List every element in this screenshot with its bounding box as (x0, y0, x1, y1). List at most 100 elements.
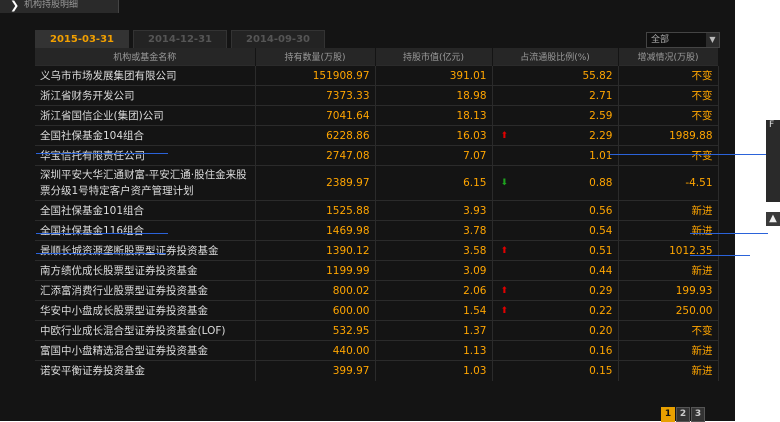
side-arrow-icon[interactable]: ▲ (766, 212, 780, 226)
shares-cell: 1525.88 (255, 200, 376, 221)
ratio-cell: 0.16 (492, 340, 619, 361)
arrow-down-icon: ⬇ (500, 178, 509, 188)
ratio-cell: 1.01 (492, 145, 619, 166)
table-header-row: 机构或基金名称 持有数量(万股) 持股市值(亿元) 占流通股比例(%) 增减情况… (35, 48, 719, 66)
shares-cell: 399.97 (255, 360, 376, 381)
ratio-cell: 0.88 ⬇ (492, 165, 619, 201)
institution-name: 浙江省国信企业(集团)公司 (35, 105, 256, 126)
table-row[interactable]: 华安中小盘成长股票型证券投资基金 600.00 1.54 0.22 ⬆ 250.00 (35, 300, 719, 321)
value-cell: 3.58 (375, 240, 493, 261)
ratio-value: 2.59 (589, 109, 613, 122)
change-cell: 新进 (618, 260, 719, 281)
change-cell: 不变 (618, 105, 719, 126)
col-header-name[interactable]: 机构或基金名称 (35, 48, 256, 66)
change-cell: 199.93 (618, 280, 719, 301)
shares-cell: 7373.33 (255, 85, 376, 106)
shares-cell: 6228.86 (255, 125, 376, 146)
side-panel: F (766, 120, 780, 202)
table-row[interactable]: 华宝信托有限责任公司 2747.08 7.07 1.01 不变 (35, 145, 719, 166)
table-row[interactable]: 汇添富消费行业股票型证券投资基金 800.02 2.06 0.29 ⬆ 199.93 (35, 280, 719, 301)
institution-name: 义乌市市场发展集团有限公司 (35, 65, 256, 86)
institution-holdings-panel: ❯ 机构持股明细 2015-03-31 2014-12-31 2014-09-3… (0, 0, 735, 422)
holdings-table: 机构或基金名称 持有数量(万股) 持股市值(亿元) 占流通股比例(%) 增减情况… (35, 48, 719, 381)
table-row[interactable]: 浙江省国信企业(集团)公司 7041.64 18.13 2.59 不变 (35, 105, 719, 126)
change-cell: 250.00 (618, 300, 719, 321)
ratio-cell: 0.15 (492, 360, 619, 381)
value-cell: 3.09 (375, 260, 493, 281)
table-row[interactable]: 浙江省财务开发公司 7373.33 18.98 2.71 不变 (35, 85, 719, 106)
filter-select[interactable]: 全部 ▼ (646, 32, 720, 48)
ratio-value: 2.29 (589, 129, 613, 142)
panel-title: 机构持股明细 (24, 0, 79, 10)
table-row[interactable]: 景顺长城资源垄断股票型证券投资基金 1390.12 3.58 0.51 ⬆ 1012.35 (35, 240, 719, 261)
table-row[interactable]: 义乌市市场发展集团有限公司 151908.97 391.01 55.82 不变 (35, 65, 719, 86)
change-cell: 新进 (618, 360, 719, 381)
tab-period-0[interactable]: 2015-03-31 (35, 30, 129, 48)
table-row[interactable]: 中欧行业成长混合型证券投资基金(LOF) 532.95 1.37 0.20 不变 (35, 320, 719, 341)
value-cell: 1.13 (375, 340, 493, 361)
table-row[interactable]: 富国中小盘精选混合型证券投资基金 440.00 1.13 0.16 新进 (35, 340, 719, 361)
ratio-cell: 2.71 (492, 85, 619, 106)
col-header-ratio[interactable]: 占流通股比例(%) (492, 48, 619, 66)
shares-cell: 151908.97 (255, 65, 376, 86)
shares-cell: 7041.64 (255, 105, 376, 126)
value-cell: 3.93 (375, 200, 493, 221)
ratio-cell: 0.22 ⬆ (492, 300, 619, 321)
shares-cell: 1199.99 (255, 260, 376, 281)
ratio-value: 0.44 (589, 264, 613, 277)
shares-cell: 532.95 (255, 320, 376, 341)
institution-name: 诺安平衡证券投资基金 (35, 360, 256, 381)
tab-period-1[interactable]: 2014-12-31 (133, 30, 227, 48)
institution-name: 全国社保基金101组合 (35, 200, 256, 221)
shares-cell: 2747.08 (255, 145, 376, 166)
change-cell: 1989.88 (618, 125, 719, 146)
value-cell: 18.13 (375, 105, 493, 126)
tab-period-2[interactable]: 2014-09-30 (231, 30, 325, 48)
change-cell: 新进 (618, 200, 719, 221)
ratio-value: 2.71 (589, 89, 613, 102)
value-cell: 6.15 (375, 165, 493, 201)
ratio-value: 0.16 (589, 344, 613, 357)
ratio-value: 0.29 (589, 284, 613, 297)
side-panel-letter: F (769, 120, 775, 130)
shares-cell: 800.02 (255, 280, 376, 301)
table-row[interactable]: 南方绩优成长股票型证券投资基金 1199.99 3.09 0.44 新进 (35, 260, 719, 281)
page-2-button[interactable]: 2 (676, 407, 690, 422)
change-cell: 不变 (618, 145, 719, 166)
shares-cell: 1390.12 (255, 240, 376, 261)
arrow-up-icon: ⬆ (500, 245, 509, 256)
ratio-cell: 55.82 (492, 65, 619, 86)
institution-name: 全国社保基金116组合 (35, 220, 256, 241)
filter-value: 全部 (651, 35, 670, 45)
value-cell: 7.07 (375, 145, 493, 166)
table-row[interactable]: 深圳平安大华汇通财富-平安汇通·股住金来股票分级1号特定客户资产管理计划 2389… (35, 165, 719, 201)
ratio-value: 55.82 (582, 69, 613, 82)
col-header-shares[interactable]: 持有数量(万股) (255, 48, 376, 66)
table-row[interactable]: 诺安平衡证券投资基金 399.97 1.03 0.15 新进 (35, 360, 719, 381)
value-cell: 2.06 (375, 280, 493, 301)
table-row[interactable]: 全国社保基金116组合 1469.98 3.78 0.54 新进 (35, 220, 719, 241)
value-cell: 1.03 (375, 360, 493, 381)
table-row[interactable]: 全国社保基金101组合 1525.88 3.93 0.56 新进 (35, 200, 719, 221)
institution-name: 深圳平安大华汇通财富-平安汇通·股住金来股票分级1号特定客户资产管理计划 (35, 165, 256, 201)
institution-name: 南方绩优成长股票型证券投资基金 (35, 260, 256, 281)
page-1-button[interactable]: 1 (661, 407, 675, 422)
ratio-cell: 0.51 ⬆ (492, 240, 619, 261)
panel-header: ❯ 机构持股明细 (0, 0, 119, 13)
institution-name: 汇添富消费行业股票型证券投资基金 (35, 280, 256, 301)
change-cell: 不变 (618, 320, 719, 341)
ratio-cell: 0.20 (492, 320, 619, 341)
col-header-change[interactable]: 增减情况(万股) (618, 48, 719, 66)
table-row[interactable]: 全国社保基金104组合 6228.86 16.03 2.29 ⬆ 1989.88 (35, 125, 719, 146)
page-3-button[interactable]: 3 (691, 407, 705, 422)
change-cell: 不变 (618, 65, 719, 86)
ratio-value: 0.15 (589, 364, 613, 377)
value-cell: 3.78 (375, 220, 493, 241)
value-cell: 391.01 (375, 65, 493, 86)
institution-name: 中欧行业成长混合型证券投资基金(LOF) (35, 320, 256, 341)
col-header-value[interactable]: 持股市值(亿元) (375, 48, 493, 66)
value-cell: 16.03 (375, 125, 493, 146)
ratio-value: 0.20 (589, 324, 613, 337)
change-cell: 新进 (618, 220, 719, 241)
chevron-down-icon[interactable]: ▼ (706, 33, 719, 47)
